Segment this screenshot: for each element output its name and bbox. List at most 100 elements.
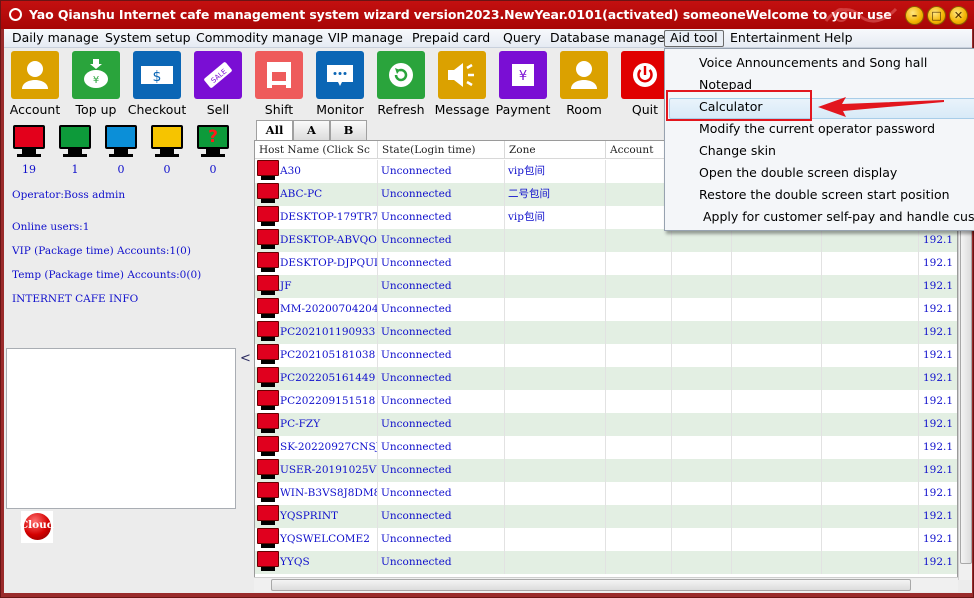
checkout-button[interactable]: $ Checkout (127, 51, 187, 117)
table-row[interactable]: YYQS Unconnected 192.1 (255, 551, 957, 574)
piggy-bank-icon: ¥ (72, 51, 120, 99)
table-row[interactable]: PC-FZY Unconnected 192.1 (255, 413, 957, 436)
table-row[interactable]: YQSPRINT Unconnected 192.1 (255, 505, 957, 528)
unknown-monitor-icon[interactable]: ? (197, 125, 229, 159)
calculator-highlight-box (666, 90, 812, 121)
col-account[interactable]: Account (606, 141, 672, 159)
shift-button[interactable]: Shift (249, 51, 309, 117)
empty-cell (672, 505, 732, 528)
offline-monitor-icon[interactable] (13, 125, 45, 159)
menu-help[interactable]: Help (819, 30, 858, 47)
tab-a[interactable]: A (293, 120, 330, 140)
menu-item-voice-announcements[interactable]: Voice Announcements and Song hall (699, 52, 927, 74)
col-state[interactable]: State(Login time) (378, 141, 505, 159)
collapse-left-panel-icon[interactable]: < (240, 351, 251, 366)
menu-entertainment[interactable]: Entertainment (725, 30, 825, 47)
blue-count: 0 (117, 163, 125, 176)
host-name-cell: PC202105181038 (255, 344, 378, 367)
account-button[interactable]: Account (5, 51, 65, 117)
cafe-info-link[interactable]: INTERNET CAFE INFO (12, 293, 138, 305)
col-host-name[interactable]: Host Name (Click Sc (255, 141, 378, 159)
speaker-icon (438, 51, 486, 99)
power-icon (621, 51, 669, 99)
table-row[interactable]: WIN-B3VS8J8DM83 Unconnected 192.1 (255, 482, 957, 505)
offline-pc-icon (257, 436, 279, 458)
menu-item-restore-double-screen[interactable]: Restore the double screen start position (699, 184, 950, 206)
col-zone[interactable]: Zone (505, 141, 606, 159)
tab-all[interactable]: All (256, 120, 293, 141)
room-button[interactable]: Room (554, 51, 614, 117)
top-up-button[interactable]: ¥ Top up (66, 51, 126, 117)
monitor-button[interactable]: Monitor (310, 51, 370, 117)
window-title: Yao Qianshu Internet cafe management sys… (29, 7, 892, 22)
menu-database-manage[interactable]: Database manage (545, 30, 670, 47)
payment-button[interactable]: ¥ Payment (493, 51, 553, 117)
offline-pc-icon (257, 505, 279, 527)
maximize-button[interactable]: □ (927, 6, 946, 25)
menu-item-open-double-screen[interactable]: Open the double screen display (699, 162, 897, 184)
online-monitor-icon[interactable] (59, 125, 91, 159)
minimize-button[interactable]: – (905, 6, 924, 25)
zone-cell (505, 413, 606, 436)
empty-cell (672, 459, 732, 482)
menu-daily-manage[interactable]: Daily manage (7, 30, 104, 47)
table-row[interactable]: DESKTOP-ABVQOR6Unconnected 192.1 (255, 229, 957, 252)
table-row[interactable]: YQSWELCOME2 Unconnected 192.1 (255, 528, 957, 551)
empty-cell (822, 459, 919, 482)
table-row[interactable]: MM-202007042048 Unconnected 192.1 (255, 298, 957, 321)
table-row[interactable]: PC202205161449 Unconnected 192.1 (255, 367, 957, 390)
empty-cell (672, 413, 732, 436)
empty-cell (672, 229, 732, 252)
horizontal-scroll-thumb[interactable] (271, 579, 911, 591)
empty-cell (822, 275, 919, 298)
empty-cell (732, 390, 822, 413)
table-row[interactable]: USER-20191025VU Unconnected 192.1 (255, 459, 957, 482)
host-name: YQSPRINT (280, 510, 339, 522)
account-cell (606, 344, 672, 367)
empty-cell (822, 390, 919, 413)
host-name: MM-202007042048 (280, 303, 378, 315)
ip-cell: 192.1 (923, 326, 954, 338)
notice-box[interactable] (6, 348, 236, 509)
cloud-button[interactable]: Cloud (20, 511, 54, 543)
app-logo-icon (9, 8, 22, 21)
online-users-info: Online users:1 (12, 221, 90, 233)
empty-cell (672, 482, 732, 505)
table-row[interactable]: PC202209151518 Unconnected 192.1 (255, 390, 957, 413)
host-name: SK-20220927CNSJ (280, 441, 378, 453)
host-name: DESKTOP-179TR72 (280, 211, 378, 223)
menu-vip-manage[interactable]: VIP manage (323, 30, 408, 47)
yellow-count: 0 (163, 163, 171, 176)
zone-cell (505, 390, 606, 413)
menu-bar: Daily manage System setup Commodity mana… (4, 29, 972, 48)
host-name-cell: PC-FZY (255, 413, 378, 436)
zone-cell (505, 551, 606, 574)
close-button[interactable]: ✕ (949, 6, 968, 25)
host-name: PC202105181038 (280, 349, 376, 361)
table-row[interactable]: PC202101190933 Unconnected 192.1 (255, 321, 957, 344)
table-row[interactable]: SK-20220927CNSJ Unconnected 192.1 (255, 436, 957, 459)
empty-cell (822, 528, 919, 551)
operator-info: Operator:Boss admin (12, 189, 126, 201)
account-label: Account (9, 102, 61, 117)
table-row[interactable]: DESKTOP-DJPQUD5Unconnected 192.1 (255, 252, 957, 275)
menu-prepaid-card[interactable]: Prepaid card (407, 30, 495, 47)
menu-system-setup[interactable]: System setup (100, 30, 196, 47)
state-cell: Unconnected (378, 413, 505, 436)
table-row[interactable]: PC202105181038 Unconnected 192.1 (255, 344, 957, 367)
yellow-monitor-icon[interactable] (151, 125, 183, 159)
horizontal-scrollbar[interactable] (254, 577, 958, 592)
blue-monitor-icon[interactable] (105, 125, 137, 159)
menu-item-customer-self-pay[interactable]: Apply for customer self-pay and handle c… (699, 206, 974, 228)
menu-commodity-manage[interactable]: Commodity manage (191, 30, 328, 47)
state-cell: Unconnected (378, 344, 505, 367)
menu-item-change-skin[interactable]: Change skin (699, 140, 776, 162)
message-button[interactable]: Message (432, 51, 492, 117)
refresh-button[interactable]: Refresh (371, 51, 431, 117)
menu-item-modify-password[interactable]: Modify the current operator password (699, 118, 935, 140)
menu-query[interactable]: Query (498, 30, 546, 47)
sell-button[interactable]: SALE Sell (188, 51, 248, 117)
menu-aid-tool[interactable]: Aid tool (664, 30, 724, 47)
tab-b[interactable]: B (330, 120, 367, 140)
table-row[interactable]: JF Unconnected 192.1 (255, 275, 957, 298)
